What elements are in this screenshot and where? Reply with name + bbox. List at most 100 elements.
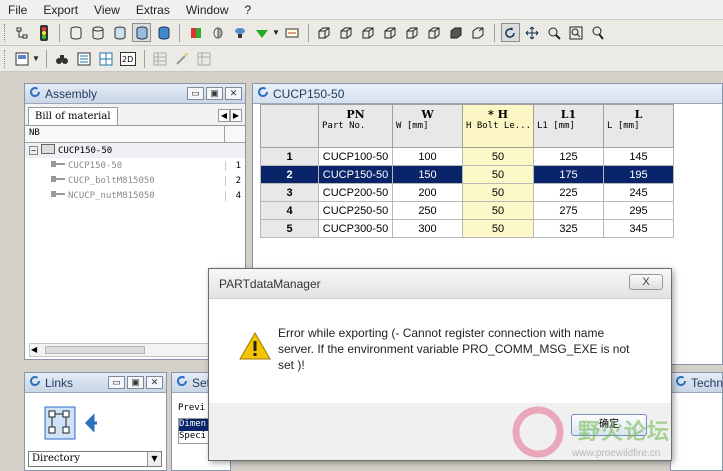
minimize-button[interactable]: ▭	[187, 87, 204, 100]
cell-w[interactable]: 100	[392, 147, 463, 166]
maximize-button[interactable]: ▣	[206, 87, 223, 100]
cell-l1[interactable]: 175	[533, 165, 604, 184]
cell-pn[interactable]: CUCP100-50	[318, 147, 393, 166]
column-header-l[interactable]: LL [mm]	[603, 104, 674, 148]
chevron-down-icon[interactable]: ▼	[32, 54, 40, 63]
link-network-icon[interactable]	[43, 405, 99, 441]
cylinder-shaded-icon[interactable]	[132, 23, 151, 42]
view-iso-4-icon[interactable]	[381, 23, 400, 42]
binoculars-icon[interactable]	[53, 49, 72, 68]
tab-bill-of-material[interactable]: Bill of material	[28, 107, 118, 125]
view-back-icon[interactable]	[469, 23, 488, 42]
maximize-button[interactable]: ▣	[127, 376, 144, 389]
cell-h[interactable]: 50	[462, 219, 534, 238]
row-number[interactable]: 5	[260, 219, 319, 238]
triangle-green-icon[interactable]	[252, 23, 271, 42]
zoom-icon[interactable]	[589, 23, 608, 42]
tree-item[interactable]: NCUCP_nutM815050 4	[25, 188, 245, 203]
cell-l[interactable]: 195	[603, 165, 674, 184]
view-iso-3-icon[interactable]	[359, 23, 378, 42]
tree-column-qty[interactable]	[225, 126, 245, 142]
cell-l[interactable]: 345	[603, 219, 674, 238]
column-header-h[interactable]: * HH Bolt Le...	[462, 104, 534, 148]
view-iso-6-icon[interactable]	[425, 23, 444, 42]
menu-help[interactable]: ?	[237, 3, 260, 17]
cell-l[interactable]: 295	[603, 201, 674, 220]
view-front-icon[interactable]	[447, 23, 466, 42]
dimension-icon[interactable]	[283, 23, 302, 42]
close-button[interactable]: ✕	[225, 87, 242, 100]
column-header-l1[interactable]: L1 L1 [mm]	[533, 104, 604, 148]
view-iso-2-icon[interactable]	[337, 23, 356, 42]
zoom-fit-icon[interactable]	[567, 23, 586, 42]
color-cube-icon[interactable]	[186, 23, 205, 42]
cell-w[interactable]: 300	[392, 219, 463, 238]
cell-l[interactable]: 245	[603, 183, 674, 202]
traffic-light-icon[interactable]	[34, 23, 53, 42]
chevron-down-icon[interactable]: ▼	[272, 28, 280, 37]
rotate-icon[interactable]	[500, 23, 520, 42]
tree-item[interactable]: CUCP_boltM815050 2	[25, 173, 245, 188]
pan-icon[interactable]	[523, 23, 542, 42]
row-number[interactable]: 2	[260, 165, 319, 184]
cylinder-icon[interactable]	[66, 23, 85, 42]
view-iso-5-icon[interactable]	[403, 23, 422, 42]
scroll-left-icon[interactable]: ◀	[31, 344, 37, 356]
table-row[interactable]: 4 CUCP250-50 250 50 275 295	[260, 201, 674, 220]
menu-export[interactable]: Export	[35, 3, 86, 17]
cell-h[interactable]: 50	[462, 165, 534, 184]
menu-extras[interactable]: Extras	[128, 3, 178, 17]
scroll-thumb[interactable]	[45, 346, 145, 354]
menu-view[interactable]: View	[86, 3, 128, 17]
tree-icon[interactable]	[12, 23, 31, 42]
cell-pn[interactable]: CUCP150-50	[318, 165, 393, 184]
view-2d-icon[interactable]: 2D	[119, 49, 138, 68]
half-cylinder-icon[interactable]	[208, 23, 227, 42]
cell-w[interactable]: 250	[392, 201, 463, 220]
row-number[interactable]: 1	[260, 147, 319, 166]
chevron-down-icon[interactable]: ▼	[147, 452, 161, 466]
table-row[interactable]: 5 CUCP300-50 300 50 325 345	[260, 219, 674, 238]
tree-item[interactable]: CUCP150-50 1	[25, 158, 245, 173]
cell-pn[interactable]: CUCP200-50	[318, 183, 393, 202]
toolbar-grip[interactable]	[4, 49, 7, 68]
toolbar-grip[interactable]	[4, 23, 7, 42]
menu-window[interactable]: Window	[178, 3, 237, 17]
cell-l1[interactable]: 225	[533, 183, 604, 202]
directory-select[interactable]: Directory ▼	[28, 451, 162, 467]
cell-h[interactable]: 50	[462, 147, 534, 166]
row-number[interactable]: 3	[260, 183, 319, 202]
cell-pn[interactable]: CUCP250-50	[318, 201, 393, 220]
table-row[interactable]: 1 CUCP100-50 100 50 125 145	[260, 147, 674, 166]
tab-scroll-right-button[interactable]: ▶	[230, 109, 242, 122]
minimize-button[interactable]: ▭	[108, 376, 125, 389]
row-header-corner[interactable]	[260, 104, 319, 148]
cell-h[interactable]: 50	[462, 183, 534, 202]
cell-l1[interactable]: 275	[533, 201, 604, 220]
column-header-pn[interactable]: PN Part No.	[318, 104, 393, 148]
dialog-close-button[interactable]: X	[629, 274, 663, 290]
cylinder-blue-icon[interactable]	[154, 23, 173, 42]
cell-w[interactable]: 200	[392, 183, 463, 202]
cell-l1[interactable]: 125	[533, 147, 604, 166]
tree-root[interactable]: − CUCP150-50	[25, 143, 245, 158]
view-iso-1-icon[interactable]	[315, 23, 334, 42]
cell-l[interactable]: 145	[603, 147, 674, 166]
tab-scroll-left-button[interactable]: ◀	[218, 109, 230, 122]
table-row[interactable]: 3 CUCP200-50 200 50 225 245	[260, 183, 674, 202]
properties-icon[interactable]	[75, 49, 94, 68]
grid-view-icon[interactable]	[97, 49, 116, 68]
cell-w[interactable]: 150	[392, 165, 463, 184]
cylinder-hidden-icon[interactable]	[110, 23, 129, 42]
close-button[interactable]: ✕	[146, 376, 163, 389]
lamp-icon[interactable]	[230, 23, 249, 42]
column-header-w[interactable]: WW [mm]	[392, 104, 463, 148]
window-layout-icon[interactable]	[12, 49, 31, 68]
row-number[interactable]: 4	[260, 201, 319, 220]
menu-file[interactable]: File	[0, 3, 35, 17]
tree-column-nb[interactable]: NB	[25, 126, 225, 142]
cell-h[interactable]: 50	[462, 201, 534, 220]
collapse-icon[interactable]: −	[29, 146, 38, 155]
table-row-selected[interactable]: 2 CUCP150-50 150 50 175 195	[260, 165, 674, 184]
cylinder-wire-icon[interactable]	[88, 23, 107, 42]
